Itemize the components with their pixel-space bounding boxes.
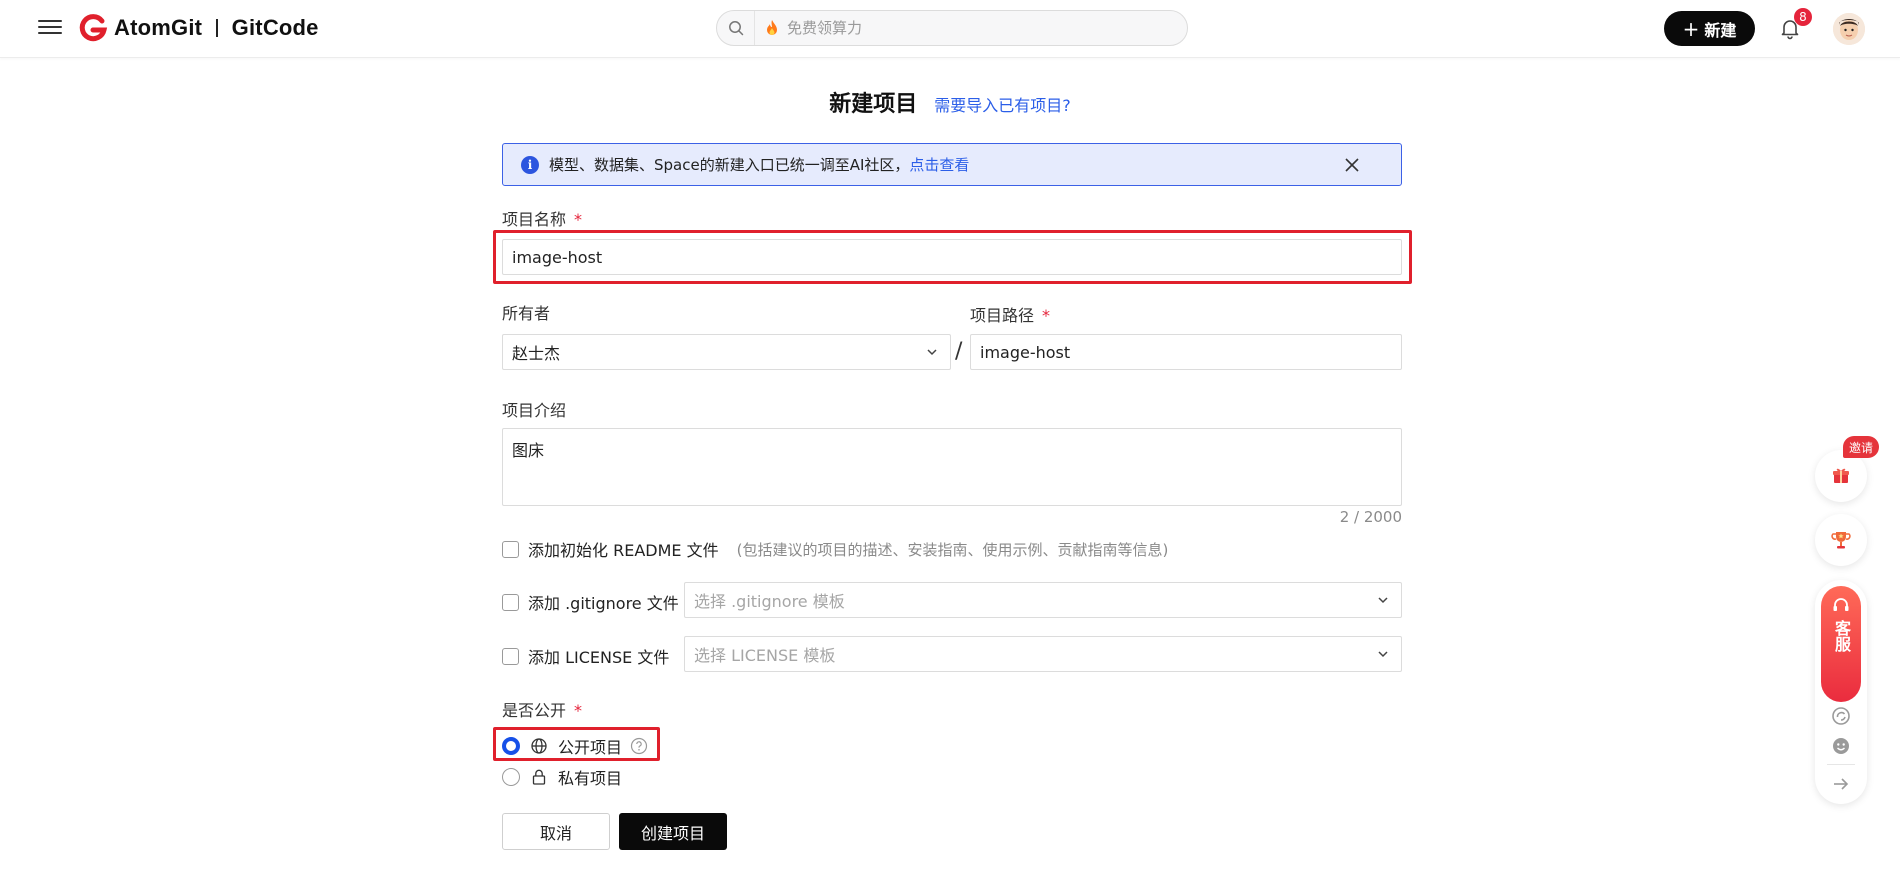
gitignore-placeholder: 选择 .gitignore 模板 — [694, 592, 845, 611]
notice-view-link[interactable]: 点击查看 — [909, 154, 969, 175]
description-value: 图床 — [512, 441, 545, 460]
search-icon[interactable] — [717, 11, 755, 45]
notice-text: 模型、数据集、Space的新建入口已统一调至AI社区， — [549, 156, 910, 174]
invite-badge: 邀请 — [1843, 436, 1879, 458]
description-label: 项目介绍 — [502, 401, 567, 420]
customer-service-label: 客服 — [1832, 620, 1851, 652]
info-icon: i — [521, 155, 539, 174]
chevron-down-icon — [1378, 597, 1388, 604]
globe-icon — [531, 738, 547, 754]
feedback-icon[interactable] — [1831, 706, 1851, 726]
project-path-label-text: 项目路径 — [970, 306, 1035, 325]
path-separator: / — [955, 339, 963, 364]
avatar[interactable] — [1833, 13, 1865, 45]
brand-atomgit: AtomGit — [114, 15, 203, 40]
license-checkbox[interactable] — [502, 647, 519, 665]
description-textarea[interactable]: 图床 — [502, 428, 1402, 506]
logo[interactable]: AtomGit GitCode — [78, 13, 319, 43]
side-toolbar: 客服 — [1815, 580, 1867, 804]
page-title-row: 新建项目 需要导入已有项目? — [0, 86, 1900, 118]
owner-label: 所有者 — [502, 304, 551, 323]
gitignore-label[interactable]: 添加 .gitignore 文件 — [528, 590, 679, 614]
smile-icon[interactable] — [1831, 736, 1851, 756]
project-path-label: 项目路径 * — [970, 302, 1050, 326]
toolbar-divider — [1827, 764, 1855, 765]
private-option[interactable]: 私有项目 — [502, 765, 622, 789]
visibility-label-text: 是否公开 — [502, 701, 567, 720]
headset-icon — [1833, 598, 1849, 611]
license-label[interactable]: 添加 LICENSE 文件 — [528, 644, 669, 668]
gift-icon — [1833, 468, 1849, 483]
project-name-value: image-host — [512, 247, 603, 267]
customer-service-button[interactable]: 客服 — [1821, 586, 1861, 702]
arrow-right-icon[interactable] — [1831, 774, 1851, 794]
notification-badge: 8 — [1794, 8, 1812, 26]
trophy-icon — [1831, 532, 1851, 549]
license-template-select[interactable]: 选择 LICENSE 模板 — [684, 636, 1402, 672]
info-notice: i 模型、数据集、Space的新建入口已统一调至AI社区， 点击查看 — [502, 143, 1402, 186]
close-icon[interactable] — [1343, 156, 1361, 174]
required-mark: * — [1042, 306, 1051, 325]
license-placeholder: 选择 LICENSE 模板 — [694, 646, 836, 665]
readme-checkbox[interactable] — [502, 540, 519, 558]
hamburger-menu-icon[interactable] — [38, 16, 62, 40]
cancel-button[interactable]: 取消 — [502, 813, 610, 850]
plus-icon: + — [1682, 16, 1700, 41]
project-path-input[interactable]: image-host — [970, 334, 1402, 370]
gitignore-checkbox[interactable] — [502, 593, 519, 611]
public-option[interactable]: 公开项目 — [502, 734, 648, 758]
required-mark: * — [574, 701, 583, 720]
atomgit-logo-icon — [79, 14, 108, 42]
owner-select[interactable]: 赵士杰 — [502, 334, 951, 370]
help-circle-icon[interactable] — [630, 737, 648, 755]
readme-hint: (包括建议的项目的描述、安装指南、使用示例、贡献指南等信息) — [736, 540, 1169, 559]
project-path-value: image-host — [980, 342, 1071, 362]
import-project-link[interactable]: 需要导入已有项目? — [934, 96, 1071, 115]
project-name-label-text: 项目名称 — [502, 210, 567, 229]
project-name-label: 项目名称 * — [502, 206, 582, 230]
public-label: 公开项目 — [558, 738, 623, 757]
project-name-input[interactable]: image-host — [502, 239, 1402, 275]
trophy-button[interactable] — [1815, 514, 1867, 566]
brand-divider — [216, 19, 218, 37]
fire-icon — [767, 20, 777, 35]
create-project-button[interactable]: 创建项目 — [619, 813, 727, 850]
search-box[interactable] — [716, 10, 1188, 46]
private-label: 私有项目 — [558, 769, 623, 788]
lock-icon — [532, 769, 546, 785]
license-option: 添加 LICENSE 文件 — [502, 644, 669, 668]
chevron-down-icon — [927, 349, 937, 356]
owner-value: 赵士杰 — [512, 344, 561, 363]
page-title: 新建项目 — [829, 92, 918, 117]
new-button-label: 新建 — [1704, 20, 1737, 40]
public-radio[interactable] — [502, 737, 520, 755]
required-mark: * — [574, 210, 583, 229]
gitignore-template-select[interactable]: 选择 .gitignore 模板 — [684, 582, 1402, 618]
private-radio[interactable] — [502, 768, 520, 786]
brand-gitcode: GitCode — [231, 15, 319, 40]
avatar-face-icon — [1833, 13, 1865, 45]
readme-label[interactable]: 添加初始化 README 文件 — [528, 537, 719, 561]
new-button[interactable]: + 新建 — [1664, 11, 1755, 46]
chevron-down-icon — [1378, 651, 1388, 658]
description-counter: 2 / 2000 — [1339, 508, 1402, 526]
search-input[interactable] — [787, 19, 1147, 37]
gitignore-option: 添加 .gitignore 文件 — [502, 590, 679, 614]
readme-option: 添加初始化 README 文件 (包括建议的项目的描述、安装指南、使用示例、贡献… — [502, 537, 1168, 561]
visibility-label: 是否公开 * — [502, 697, 582, 721]
top-bar: AtomGit GitCode + 新建 8 — [0, 0, 1900, 58]
